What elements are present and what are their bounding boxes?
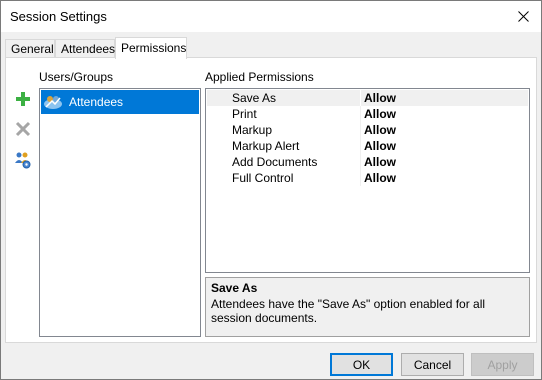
tab-attendees-label: Attendees xyxy=(61,42,116,56)
user-settings-button[interactable] xyxy=(12,149,34,171)
cancel-button[interactable]: Cancel xyxy=(401,353,464,376)
permission-name: Markup xyxy=(232,123,273,137)
permissions-panel: Users/Groups Attendees Applied Permissio… xyxy=(5,57,537,343)
permission-name: Print xyxy=(232,107,257,121)
group-icon xyxy=(44,96,62,109)
permission-value[interactable]: Allow xyxy=(364,155,396,169)
tab-general[interactable]: General xyxy=(5,39,55,58)
permission-row[interactable]: Markup Allow xyxy=(207,122,528,138)
description-text: Attendees have the "Save As" option enab… xyxy=(211,297,486,325)
dialog-footer: OK Cancel Apply xyxy=(1,346,541,379)
tab-general-label: General xyxy=(11,42,54,56)
list-item-label: Attendees xyxy=(69,95,124,109)
permission-row[interactable]: Print Allow xyxy=(207,106,528,122)
permission-description: Save As Attendees have the "Save As" opt… xyxy=(205,277,530,337)
permission-name: Full Control xyxy=(232,171,294,185)
permission-name: Save As xyxy=(232,91,277,105)
permission-value[interactable]: Allow xyxy=(364,171,396,185)
x-icon xyxy=(15,121,31,137)
permission-name: Markup Alert xyxy=(232,139,300,153)
tab-permissions[interactable]: Permissions xyxy=(115,37,187,59)
permission-value[interactable]: Allow xyxy=(364,123,396,137)
tab-attendees[interactable]: Attendees xyxy=(55,39,115,58)
window-title: Session Settings xyxy=(10,9,107,24)
title-bar: Session Settings xyxy=(1,1,541,32)
close-icon xyxy=(517,11,529,22)
applied-permissions-heading: Applied Permissions xyxy=(205,70,314,84)
add-user-button[interactable] xyxy=(12,88,34,110)
column-divider xyxy=(360,170,361,186)
ok-button[interactable]: OK xyxy=(330,353,393,376)
permission-row[interactable]: Full Control Allow xyxy=(207,170,528,186)
permissions-table[interactable]: Save As Allow Print Allow Markup Allow M… xyxy=(205,88,530,273)
apply-button[interactable]: Apply xyxy=(471,353,534,376)
remove-user-button[interactable] xyxy=(12,118,34,140)
column-divider xyxy=(360,154,361,170)
column-divider xyxy=(360,138,361,154)
permission-row[interactable]: Save As Allow xyxy=(207,90,528,106)
list-item-attendees[interactable]: Attendees xyxy=(41,90,199,114)
permission-value[interactable]: Allow xyxy=(364,107,396,121)
permission-row[interactable]: Markup Alert Allow xyxy=(207,138,528,154)
users-settings-icon xyxy=(15,152,31,169)
permission-value[interactable]: Allow xyxy=(364,91,396,105)
tab-permissions-label: Permissions xyxy=(121,41,187,55)
users-groups-list[interactable]: Attendees xyxy=(39,88,201,337)
permission-name: Add Documents xyxy=(232,155,318,169)
close-button[interactable] xyxy=(505,1,541,32)
users-groups-heading: Users/Groups xyxy=(39,70,114,84)
column-divider xyxy=(360,90,361,106)
column-divider xyxy=(360,122,361,138)
permission-row[interactable]: Add Documents Allow xyxy=(207,154,528,170)
description-title: Save As xyxy=(211,281,258,295)
column-divider xyxy=(360,106,361,122)
plus-icon xyxy=(16,92,30,106)
session-settings-dialog: Session Settings General Attendees Permi… xyxy=(0,0,542,380)
permission-value[interactable]: Allow xyxy=(364,139,396,153)
